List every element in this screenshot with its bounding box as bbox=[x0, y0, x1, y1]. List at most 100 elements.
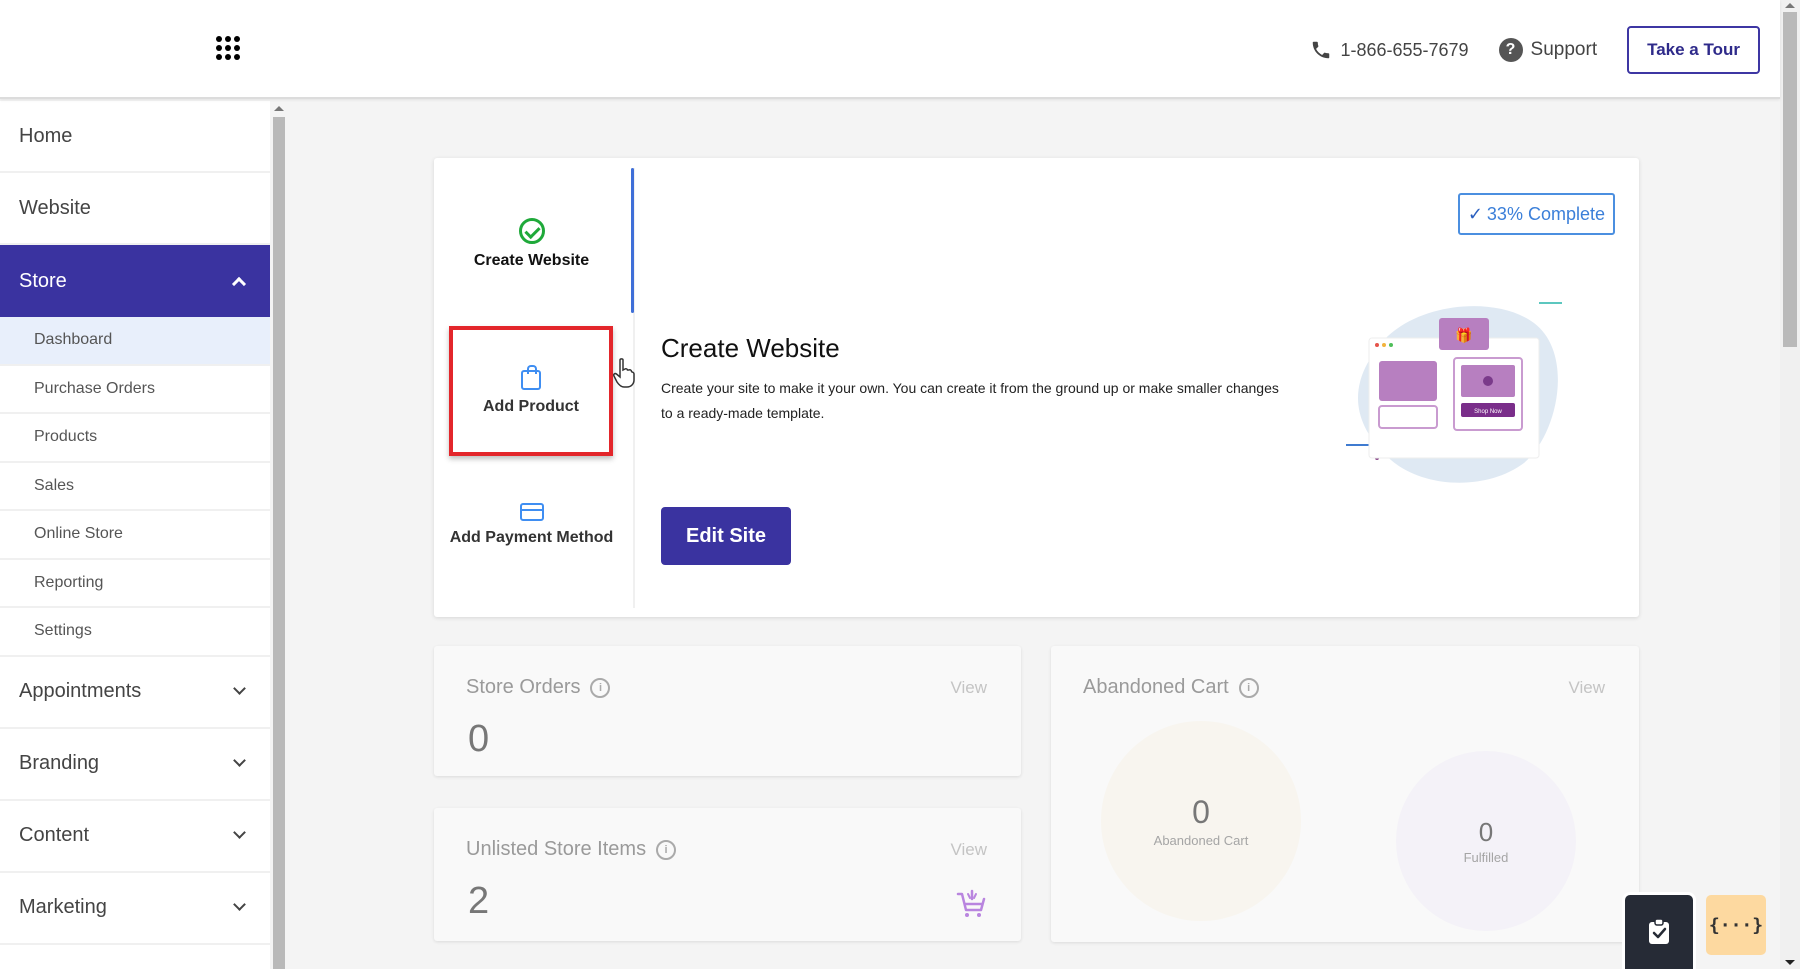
page-scrollbar-thumb[interactable] bbox=[1783, 12, 1797, 347]
code-snippet-button[interactable]: {···} bbox=[1706, 895, 1766, 955]
phone-contact[interactable]: 1-866-655-7679 bbox=[1310, 39, 1469, 61]
sidebar-subitem-products[interactable]: Products bbox=[0, 414, 270, 463]
sidebar-item-label: Branding bbox=[19, 752, 100, 774]
step-add-product[interactable]: Add Product bbox=[449, 326, 613, 456]
fulfilled-label: Fulfilled bbox=[1463, 850, 1509, 865]
clipboard-check-icon bbox=[1649, 918, 1669, 944]
step-label: Create Website bbox=[473, 252, 590, 269]
edit-site-button[interactable]: Edit Site bbox=[661, 507, 791, 565]
sidebar-item-label: Store bbox=[19, 269, 67, 292]
store-orders-view-link[interactable]: View bbox=[950, 678, 987, 698]
unlisted-items-view-link[interactable]: View bbox=[950, 840, 987, 860]
sidebar-item-label: Home bbox=[19, 124, 73, 147]
sidebar-subitem-label: Products bbox=[34, 428, 98, 446]
header-actions: 1-866-655-7679 ? Support Take a Tour bbox=[1310, 26, 1760, 74]
scroll-up-arrow-icon[interactable] bbox=[1785, 3, 1795, 8]
sidebar-item-label: Website bbox=[19, 196, 91, 219]
apps-grid-icon[interactable] bbox=[216, 36, 242, 62]
sidebar-subitem-dashboard[interactable]: Dashboard bbox=[0, 317, 270, 366]
phone-number: 1-866-655-7679 bbox=[1340, 39, 1469, 60]
checklist-button[interactable] bbox=[1625, 895, 1693, 969]
chevron-down-icon bbox=[233, 826, 246, 839]
fulfilled-count: 0 bbox=[1478, 817, 1494, 847]
card-title-label: Store Orders bbox=[466, 676, 581, 698]
hand-pointer-cursor-icon bbox=[613, 358, 635, 388]
sidebar-subitem-reporting[interactable]: Reporting bbox=[0, 560, 270, 608]
step-label: Add Product bbox=[483, 398, 579, 415]
page-scrollbar[interactable] bbox=[1780, 0, 1800, 969]
sidebar-item-appointments[interactable]: Appointments bbox=[0, 657, 270, 729]
code-braces-icon: {···} bbox=[1708, 914, 1764, 936]
store-orders-card: Store Orders i View 0 bbox=[434, 646, 1021, 776]
sidebar-subitem-sales[interactable]: Sales bbox=[0, 463, 270, 511]
help-circle-icon: ? bbox=[1498, 38, 1523, 62]
abandoned-cart-label: Abandoned Cart bbox=[1153, 833, 1249, 848]
take-a-tour-button[interactable]: Take a Tour bbox=[1627, 26, 1760, 74]
setup-steps: Create Website Add Product Add Payment M… bbox=[434, 158, 634, 617]
product-card-outline bbox=[1378, 405, 1438, 429]
progress-badge: ✓ 33% Complete bbox=[1457, 193, 1615, 235]
window-dot-red bbox=[1375, 343, 1379, 347]
card-title-label: Unlisted Store Items bbox=[466, 838, 647, 860]
step-create-website[interactable]: Create Website bbox=[449, 218, 614, 270]
gift-icon: 🎁 bbox=[1455, 327, 1472, 344]
window-dot-yellow bbox=[1382, 343, 1386, 347]
sidebar-item-marketing[interactable]: Marketing bbox=[0, 873, 270, 945]
shop-badge bbox=[1483, 376, 1493, 386]
sidebar-subitem-purchase-orders[interactable]: Purchase Orders bbox=[0, 366, 270, 414]
unlisted-items-title: Unlisted Store Items i bbox=[466, 838, 677, 861]
card-title-label: Abandoned Cart bbox=[1083, 676, 1229, 698]
chevron-down-icon bbox=[233, 898, 246, 911]
step-add-payment-method[interactable]: Add Payment Method bbox=[449, 503, 614, 547]
cart-add-icon bbox=[956, 889, 986, 917]
check-circle-icon bbox=[518, 218, 545, 244]
active-step-indicator bbox=[631, 168, 634, 313]
sidebar-subitem-label: Purchase Orders bbox=[34, 379, 155, 397]
info-icon[interactable]: i bbox=[590, 677, 611, 698]
sidebar-item-store[interactable]: Store bbox=[0, 245, 270, 317]
sidebar-subitem-settings[interactable]: Settings bbox=[0, 608, 270, 657]
sidebar-subitem-online-store[interactable]: Online Store bbox=[0, 511, 270, 560]
store-orders-count: 0 bbox=[468, 718, 490, 760]
unlisted-items-card: Unlisted Store Items i View 2 bbox=[434, 808, 1021, 941]
unlisted-items-count: 2 bbox=[468, 880, 490, 922]
scroll-down-arrow-icon[interactable] bbox=[1785, 960, 1795, 965]
support-link[interactable]: ? Support bbox=[1498, 38, 1598, 62]
shop-now-label: Shop Now bbox=[1474, 409, 1502, 415]
shopping-bag-icon bbox=[521, 365, 541, 390]
info-icon[interactable]: i bbox=[1238, 677, 1259, 698]
step-content-description: Create your site to make it your own. Yo… bbox=[661, 380, 1279, 421]
sidebar-item-branding[interactable]: Branding bbox=[0, 729, 270, 801]
abandoned-cart-metric: 0 Abandoned Cart bbox=[1101, 721, 1301, 921]
step-label: Add Payment Method bbox=[449, 529, 614, 546]
checkmark-icon: ✓ bbox=[1467, 203, 1483, 224]
info-icon[interactable]: i bbox=[656, 839, 677, 860]
abandoned-cart-view-link[interactable]: View bbox=[1568, 678, 1605, 698]
sidebar-scrollbar-thumb[interactable] bbox=[273, 117, 285, 969]
top-header: 1-866-655-7679 ? Support Take a Tour bbox=[0, 0, 1780, 99]
abandoned-cart-count: 0 bbox=[1192, 794, 1210, 830]
fulfilled-metric: 0 Fulfilled bbox=[1396, 751, 1576, 931]
chevron-down-icon bbox=[233, 754, 246, 767]
sidebar-subitem-label: Settings bbox=[34, 622, 92, 640]
sidebar-item-label: Marketing bbox=[19, 896, 107, 918]
abandoned-cart-title: Abandoned Cart i bbox=[1083, 676, 1259, 699]
sidebar: Home Website Store Dashboard Purchase Or… bbox=[0, 101, 270, 969]
chevron-down-icon bbox=[233, 682, 246, 695]
credit-card-icon bbox=[519, 503, 544, 521]
scroll-up-arrow-icon[interactable] bbox=[274, 106, 284, 111]
sidebar-subitem-label: Online Store bbox=[34, 525, 123, 543]
sidebar-item-label: Content bbox=[19, 824, 90, 846]
store-orders-title: Store Orders i bbox=[466, 676, 611, 699]
chevron-up-icon bbox=[231, 276, 247, 292]
window-dot-green bbox=[1389, 343, 1393, 347]
sidebar-scrollbar[interactable] bbox=[271, 101, 287, 969]
sidebar-subitem-label: Sales bbox=[34, 476, 75, 494]
abandoned-cart-card: Abandoned Cart i View 0 Abandoned Cart 0… bbox=[1051, 646, 1639, 942]
support-label: Support bbox=[1530, 39, 1598, 60]
step-content-title: Create Website bbox=[661, 333, 840, 363]
sidebar-item-content[interactable]: Content bbox=[0, 801, 270, 873]
product-card bbox=[1379, 361, 1437, 401]
sidebar-item-home[interactable]: Home bbox=[0, 101, 270, 173]
sidebar-item-website[interactable]: Website bbox=[0, 173, 270, 245]
